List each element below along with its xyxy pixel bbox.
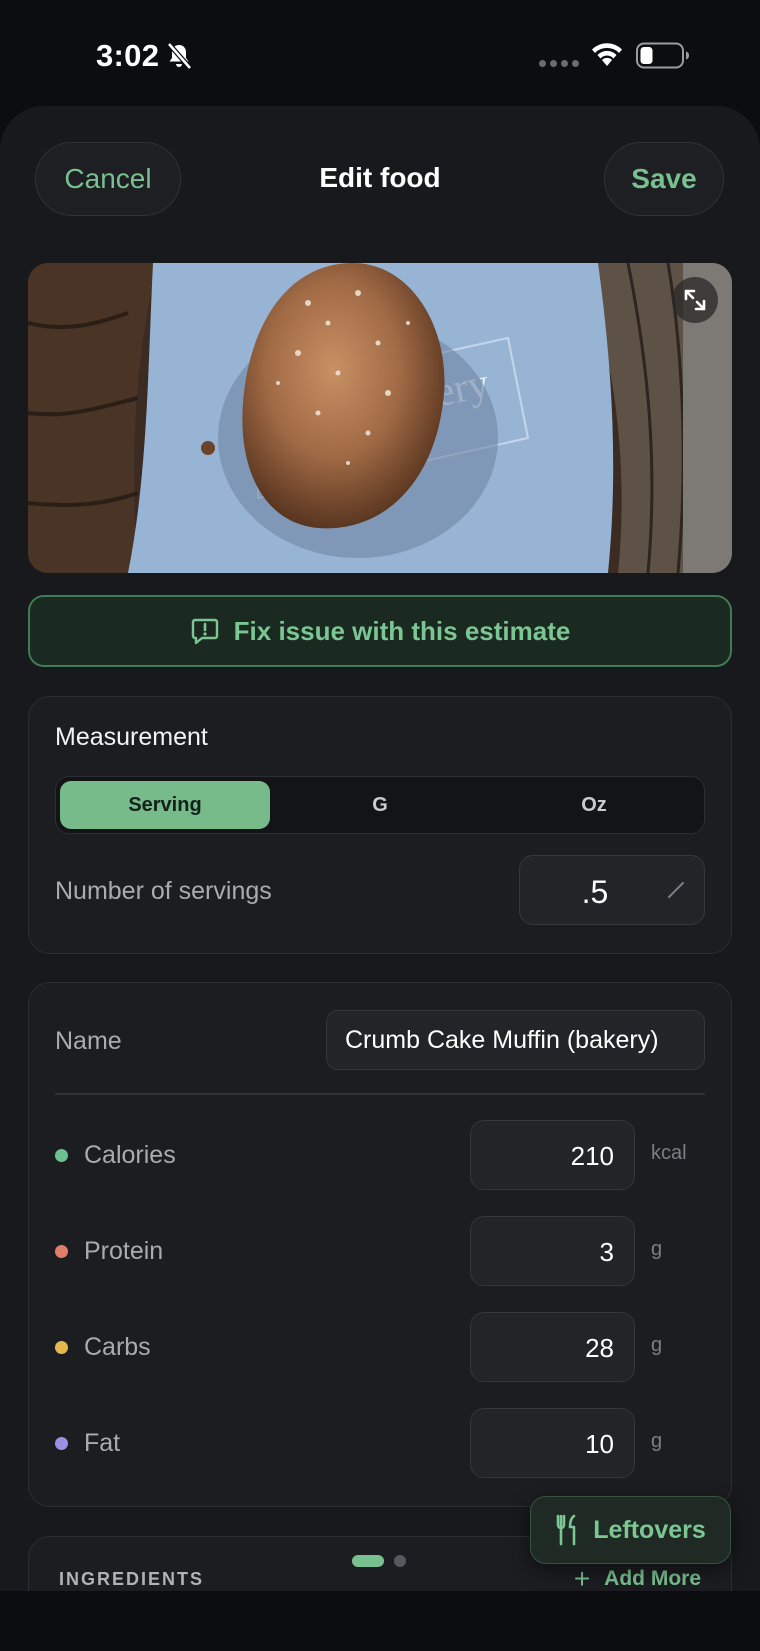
servings-value: .5 [581, 874, 609, 910]
leftovers-label: Leftovers [593, 1515, 706, 1544]
measurement-segmented-control: Serving G Oz [55, 776, 705, 834]
food-details-card: Name Crumb Cake Muffin (bakery) Calories… [28, 982, 732, 1507]
add-more-button[interactable]: + Add More [574, 1565, 701, 1593]
food-image: kery [28, 263, 732, 573]
page-indicator [352, 1555, 406, 1567]
calories-dot [55, 1149, 68, 1162]
segment-ounces[interactable]: Oz [488, 781, 700, 829]
segment-serving[interactable]: Serving [60, 781, 270, 829]
signal-dots-icon [539, 60, 579, 67]
silent-bell-icon [167, 42, 192, 70]
fat-input[interactable]: 10 [470, 1408, 635, 1478]
save-button[interactable]: Save [604, 142, 724, 216]
name-input[interactable]: Crumb Cake Muffin (bakery) [326, 1010, 705, 1070]
leftovers-button[interactable]: Leftovers [530, 1496, 731, 1564]
carbs-dot [55, 1341, 68, 1354]
page-dot [394, 1555, 406, 1567]
calories-unit: kcal [651, 1142, 687, 1164]
fix-issue-button[interactable]: Fix issue with this estimate [28, 595, 732, 667]
food-photo[interactable]: kery [28, 263, 732, 573]
macro-row-fat: Fat 10 g [29, 1408, 733, 1478]
battery-icon [636, 42, 689, 69]
servings-input[interactable]: .5 [519, 855, 705, 925]
protein-unit: g [651, 1238, 663, 1260]
fat-unit: g [651, 1430, 663, 1452]
protein-label: Protein [84, 1237, 164, 1265]
macro-row-carbs: Carbs 28 g [29, 1312, 733, 1382]
measurement-title: Measurement [55, 723, 208, 751]
divider [55, 1093, 705, 1095]
fix-issue-label: Fix issue with this estimate [233, 615, 571, 646]
expand-photo-button[interactable] [672, 277, 718, 323]
macro-row-calories: Calories 210 kcal [29, 1120, 733, 1190]
feedback-icon [191, 618, 218, 645]
servings-label: Number of servings [55, 877, 272, 905]
ingredients-title: INGREDIENTS [59, 1569, 205, 1589]
fat-label: Fat [84, 1429, 121, 1457]
add-more-label: Add More [604, 1567, 701, 1590]
wifi-icon [592, 43, 622, 66]
pencil-icon [668, 882, 684, 898]
segment-grams[interactable]: G [274, 781, 486, 829]
macro-row-protein: Protein 3 g [29, 1216, 733, 1286]
fat-dot [55, 1437, 68, 1450]
calories-label: Calories [84, 1141, 176, 1169]
measurement-card: Measurement Serving G Oz Number of servi… [28, 696, 732, 954]
carbs-unit: g [651, 1334, 663, 1356]
page-dot-active [352, 1555, 384, 1567]
status-time: 3:02 [96, 38, 160, 73]
protein-dot [55, 1245, 68, 1258]
protein-input[interactable]: 3 [470, 1216, 635, 1286]
bottom-area [0, 1591, 760, 1651]
carbs-input[interactable]: 28 [470, 1312, 635, 1382]
status-bar: 3:02 [0, 0, 760, 100]
plus-icon: + [573, 1563, 591, 1594]
calories-input[interactable]: 210 [470, 1120, 635, 1190]
expand-icon [684, 289, 706, 311]
carbs-label: Carbs [84, 1333, 151, 1361]
utensils-icon [556, 1514, 576, 1546]
name-label: Name [55, 1027, 122, 1055]
